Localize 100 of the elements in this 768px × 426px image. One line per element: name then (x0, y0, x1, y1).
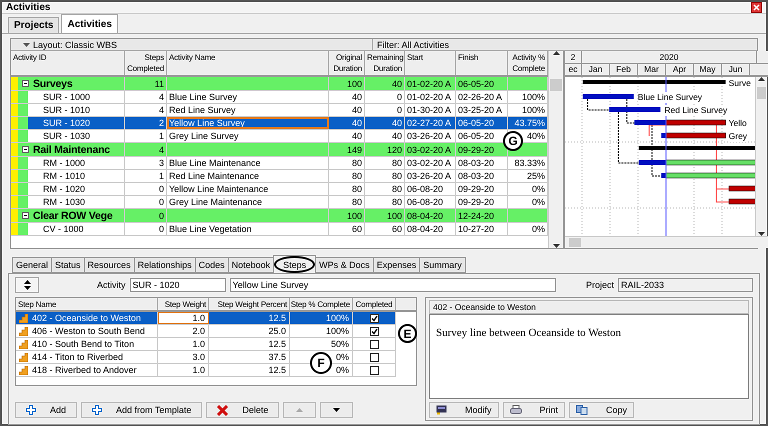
gantt-bar[interactable] (638, 160, 666, 165)
activity-row[interactable]: Surveys 11 100 40 01-02-20 A 06-05-20 (11, 77, 548, 91)
wbs-name: Surveys (33, 78, 72, 90)
activity-id: SUR - 1020 (43, 118, 90, 128)
table-cell: 40% (526, 131, 545, 141)
move-down-button[interactable] (320, 402, 354, 418)
column-header[interactable]: Completed (353, 298, 396, 310)
scrollbar[interactable] (548, 51, 563, 248)
print-button[interactable]: Print (502, 402, 566, 418)
copy-button[interactable]: Copy (569, 402, 634, 418)
column-header[interactable]: Steps Completed (125, 51, 167, 75)
tab[interactable]: Resources (84, 257, 135, 273)
column-header[interactable]: Activity ID (11, 51, 125, 75)
tab[interactable]: General (12, 257, 52, 273)
scrollbar-thumb[interactable] (569, 238, 581, 247)
scrollbar-thumb[interactable] (757, 87, 766, 99)
spin-button[interactable] (15, 277, 39, 293)
step-row[interactable]: 406 - Weston to South Bend 2.0 25.0 100% (16, 325, 396, 338)
filter-label: Filter: All Activities (377, 40, 450, 50)
table-cell: 100 (346, 210, 362, 220)
table-cell: 1.0 (192, 365, 205, 375)
gantt-bar[interactable] (728, 186, 755, 192)
activity-id: CV - 1000 (43, 224, 84, 234)
month-label: Apr (666, 64, 694, 75)
checkbox[interactable] (370, 366, 378, 374)
activity-row[interactable]: SUR - 1000 4 Blue Line Survey 40 0 01-02-20 A 02-26-20 A 100% (11, 91, 548, 104)
tab[interactable]: Projects (8, 17, 60, 33)
notes-text-area[interactable]: Survey line between Oceanside to Weston (429, 314, 749, 399)
input-field[interactable]: SUR - 1020 (130, 278, 226, 292)
gantt-bar[interactable] (666, 172, 755, 178)
gantt-bar[interactable] (666, 160, 755, 166)
scrollbar[interactable] (755, 77, 767, 236)
table-cell: 0 (396, 92, 402, 102)
table-cell: 03-26-20 A (407, 131, 452, 141)
column-header[interactable]: Activity Name (167, 51, 329, 75)
column-header[interactable]: Original Duration (329, 51, 365, 75)
gantt-bar[interactable] (634, 120, 666, 125)
column-header[interactable]: Step Weight Percent (209, 298, 290, 310)
column-header[interactable]: Step Weight (158, 298, 209, 310)
step-row[interactable]: 402 - Oceanside to Weston 1.0 12.5 100% (16, 312, 396, 325)
checkbox[interactable] (370, 352, 378, 362)
activity-row[interactable]: RM - 1000 3 Blue Line Maintenance 80 80 03-02-20 A 08-03-20 83.33% (11, 157, 548, 170)
modify-button[interactable]: Modify (429, 402, 499, 418)
step-row[interactable]: 410 - South Bend to Titon 1.0 12.5 50% (16, 338, 396, 351)
gantt-bar[interactable] (661, 173, 666, 178)
table-cell: 3.0 (192, 352, 205, 362)
activity-id: SUR - 1030 (43, 131, 90, 141)
tab[interactable]: Activities (61, 14, 118, 33)
down-arrow-icon (333, 408, 340, 412)
tab[interactable]: Relationships (134, 257, 196, 273)
collapse-icon[interactable] (22, 80, 28, 87)
bar-label: Blue Line Survey (638, 92, 702, 103)
input-field[interactable]: RAIL-2033 (618, 278, 753, 292)
column-header[interactable]: Finish (456, 51, 508, 75)
plus-icon (92, 405, 102, 415)
close-button[interactable] (751, 2, 762, 13)
table-cell: Grey Line Survey (169, 131, 239, 141)
collapse-icon[interactable] (22, 146, 28, 153)
add-button[interactable]: Add (15, 402, 78, 418)
table-cell: 100% (326, 326, 349, 336)
activity-row[interactable]: RM - 1020 0 Yellow Line Maintenance 80 80 06-08-20 09-29-20 0% (11, 183, 548, 196)
tab[interactable]: Notebook (228, 257, 274, 273)
activity-row[interactable]: Clear ROW Vege 0 100 100 08-04-20 12-24-20 (11, 209, 548, 223)
add-button[interactable]: Add from Template (81, 402, 202, 418)
tab[interactable]: WPs & Docs (315, 257, 374, 273)
table-cell: 08-03-20 (458, 171, 494, 181)
gantt-bar[interactable] (661, 133, 666, 138)
checkbox[interactable] (370, 326, 378, 336)
activity-row[interactable]: SUR - 1020 2 Yellow Line Survey 40 40 02-27-20 A 06-05-20 43.75% (11, 117, 548, 130)
gantt-bar[interactable] (728, 198, 755, 204)
scrollbar-thumb[interactable] (550, 79, 562, 91)
column-header[interactable]: Step Name (16, 298, 158, 310)
table-cell: 06-05-20 (458, 131, 494, 141)
table-cell: 06-05-20 (458, 78, 494, 88)
activity-row[interactable]: RM - 1030 0 Grey Line Maintenance 80 80 06-08-20 09-29-20 0% (11, 196, 548, 209)
horizontal-scrollbar[interactable] (565, 236, 768, 248)
input-field[interactable]: Yellow Line Survey (230, 278, 556, 292)
arrow-icon (552, 244, 560, 248)
column-header[interactable]: Remaining Duration (365, 51, 405, 75)
gantt-bar[interactable] (666, 132, 726, 138)
checkbox[interactable] (370, 314, 378, 322)
month-label: Feb (610, 64, 638, 75)
year-label: 2 (565, 51, 582, 62)
tab[interactable]: Steps (273, 255, 316, 273)
table-cell: 0% (336, 352, 349, 362)
tab[interactable]: Expenses (372, 257, 420, 273)
gantt-bar[interactable] (666, 120, 726, 126)
column-header[interactable]: Start (405, 51, 456, 75)
delete-button[interactable]: Delete (206, 402, 280, 418)
tab[interactable]: Summary (419, 257, 466, 273)
tab[interactable]: Status (51, 257, 85, 273)
wbs-band (18, 183, 28, 195)
activity-row[interactable]: SUR - 1010 4 Red Line Survey 40 0 01-30-20 A 03-25-20 A 100% (11, 104, 548, 117)
checkbox[interactable] (370, 340, 378, 348)
activity-row[interactable]: CV - 1000 0 Blue Line Vegetation 60 60 08-04-20 10-27-20 0% (11, 223, 548, 236)
activity-row[interactable]: RM - 1010 1 Red Line Maintenance 80 80 03-26-20 A 08-03-20 25% (11, 170, 548, 183)
tab[interactable]: Codes (194, 257, 229, 273)
column-header[interactable]: Step % Complete (290, 298, 353, 310)
collapse-icon[interactable] (22, 212, 28, 219)
copy-icon (576, 405, 588, 415)
